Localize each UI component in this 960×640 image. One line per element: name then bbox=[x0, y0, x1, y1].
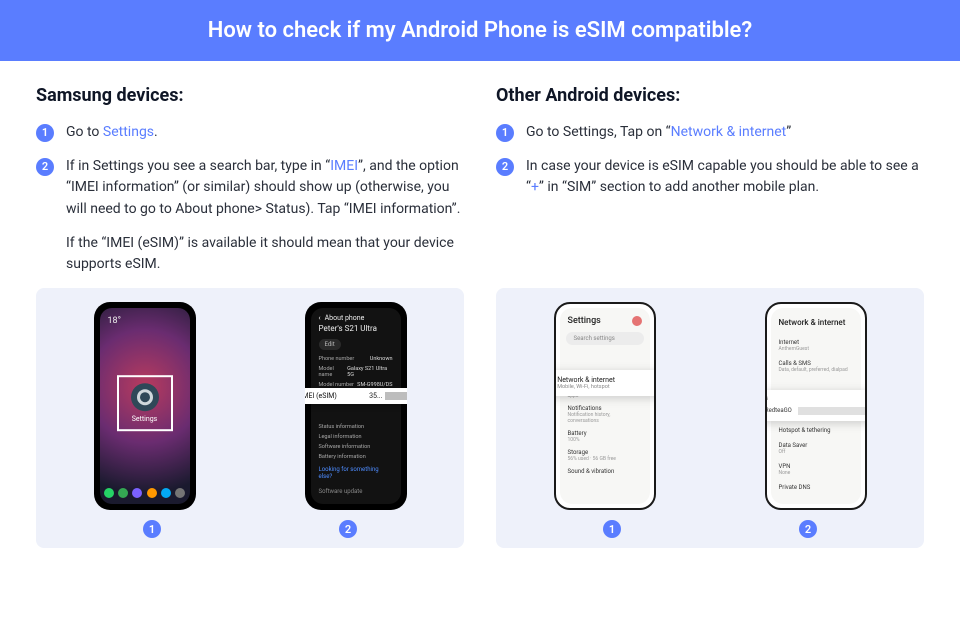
samsung-column: Samsung devices: 1 Go to Settings. 2 If … bbox=[36, 85, 464, 288]
android-phone-settings: Settings Search settings AppsAssistant, … bbox=[554, 302, 656, 510]
other-screenshots: Settings Search settings AppsAssistant, … bbox=[496, 288, 924, 548]
content: Samsung devices: 1 Go to Settings. 2 If … bbox=[0, 61, 960, 288]
step-badge: 1 bbox=[36, 124, 54, 142]
imei-highlight: IMEI bbox=[330, 158, 358, 174]
sim-name: RedteaGO bbox=[765, 407, 792, 414]
sims-label: SIMs bbox=[765, 395, 867, 402]
text: ” bbox=[786, 124, 791, 140]
other-step-2: 2 In case your device is eSIM capable yo… bbox=[496, 156, 924, 199]
other-column: Other Android devices: 1 Go to Settings,… bbox=[496, 85, 924, 288]
text: . bbox=[154, 124, 158, 140]
dock bbox=[102, 488, 188, 502]
looking-for: Looking for something else? bbox=[311, 462, 401, 484]
device-name: Peter's S21 Ultra bbox=[311, 324, 401, 339]
list-item: Software information bbox=[311, 442, 401, 452]
network-internet-callout: ◇ Network & internetMobile, Wi-Fi, hotsp… bbox=[554, 370, 656, 396]
text: If the “IMEI (eSIM)” is available it sho… bbox=[66, 233, 464, 276]
network-internet-sub: Mobile, Wi-Fi, hotspot bbox=[557, 384, 615, 390]
samsung-phone-about: ‹ About phone Peter's S21 Ultra Edit Phon… bbox=[305, 302, 407, 510]
samsung-step-1: 1 Go to Settings. bbox=[36, 122, 464, 144]
screenshot-row: 18° Settings ‹ About phone Peter's S21 Ul… bbox=[36, 288, 924, 548]
settings-label: Settings bbox=[132, 415, 158, 423]
list-item: Legal information bbox=[311, 432, 401, 442]
caption-badge: 2 bbox=[339, 520, 357, 538]
list-item: Private DNS bbox=[777, 480, 855, 495]
step-text: Go to Settings. bbox=[66, 122, 464, 144]
network-title: Network & internet bbox=[777, 314, 855, 335]
plus-highlight: + bbox=[531, 179, 539, 195]
samsung-heading: Samsung devices: bbox=[36, 85, 464, 106]
page-title: How to check if my Android Phone is eSIM… bbox=[0, 0, 960, 61]
imei-value: 35... bbox=[369, 392, 382, 400]
row-val: Unknown bbox=[370, 356, 393, 362]
text: Go to bbox=[66, 124, 103, 140]
step-badge: 1 bbox=[496, 124, 514, 142]
weather-widget: 18° bbox=[108, 316, 121, 326]
about-phone-title: About phone bbox=[325, 314, 365, 322]
back-icon: ‹ bbox=[319, 314, 321, 322]
samsung-phone-home: 18° Settings bbox=[94, 302, 196, 510]
step-text: Go to Settings, Tap on “Network & intern… bbox=[526, 122, 924, 144]
list-item: VPNNone bbox=[777, 459, 855, 480]
list-item: NotificationsNotification history, conve… bbox=[566, 402, 644, 427]
other-heading: Other Android devices: bbox=[496, 85, 924, 106]
list-item: Sound & vibration bbox=[566, 465, 644, 478]
step-badge: 2 bbox=[36, 158, 54, 176]
imei-esim-callout: IMEI (eSIM) 35... bbox=[305, 388, 407, 404]
list-item: Battery information bbox=[311, 452, 401, 462]
row-key: Phone number bbox=[319, 356, 355, 362]
caption-badge: 1 bbox=[143, 520, 161, 538]
row-val: Galaxy S21 Ultra 5G bbox=[347, 366, 392, 378]
other-step-1: 1 Go to Settings, Tap on “Network & inte… bbox=[496, 122, 924, 144]
imei-esim-label: IMEI (eSIM) bbox=[305, 392, 337, 400]
avatar-icon bbox=[632, 316, 642, 326]
list-item: Hotspot & tethering bbox=[777, 423, 855, 438]
step-badge: 2 bbox=[496, 158, 514, 176]
step-text: In case your device is eSIM capable you … bbox=[526, 156, 924, 199]
settings-tile: Settings bbox=[117, 375, 173, 431]
samsung-step-2: 2 If in Settings you see a search bar, t… bbox=[36, 156, 464, 276]
sims-callout: SIMs ▯ RedteaGO + bbox=[765, 390, 867, 421]
redacted-mask bbox=[798, 407, 865, 415]
settings-title: Settings bbox=[568, 316, 601, 326]
software-update: Software update bbox=[311, 484, 401, 499]
list-item: Data SaverOff bbox=[777, 438, 855, 459]
list-item: InternetAnthemGuest bbox=[777, 335, 855, 356]
android-phone-network: Network & internet InternetAnthemGuest C… bbox=[765, 302, 867, 510]
list-item: Status information bbox=[311, 422, 401, 432]
settings-link[interactable]: Settings bbox=[103, 124, 154, 140]
list-item: Calls & SMSData, default, preferred, dia… bbox=[777, 356, 855, 377]
gear-icon bbox=[131, 383, 159, 411]
search-settings: Search settings bbox=[566, 332, 644, 345]
caption-badge: 2 bbox=[799, 520, 817, 538]
text: ” in “SIM” section to add another mobile… bbox=[539, 179, 819, 195]
network-internet-link[interactable]: Network & internet bbox=[671, 124, 787, 140]
network-internet-label: Network & internet bbox=[557, 376, 615, 384]
edit-pill: Edit bbox=[319, 339, 341, 350]
row-key: Model name bbox=[319, 366, 348, 378]
step-text: If in Settings you see a search bar, typ… bbox=[66, 156, 464, 276]
text: Go to Settings, Tap on “ bbox=[526, 124, 671, 140]
caption-badge: 1 bbox=[603, 520, 621, 538]
text: If in Settings you see a search bar, typ… bbox=[66, 158, 330, 174]
list-item: Storage56% used · 56 GB free bbox=[566, 446, 644, 465]
list-item: Battery100% bbox=[566, 427, 644, 446]
redacted-mask bbox=[385, 392, 407, 400]
samsung-screenshots: 18° Settings ‹ About phone Peter's S21 Ul… bbox=[36, 288, 464, 548]
